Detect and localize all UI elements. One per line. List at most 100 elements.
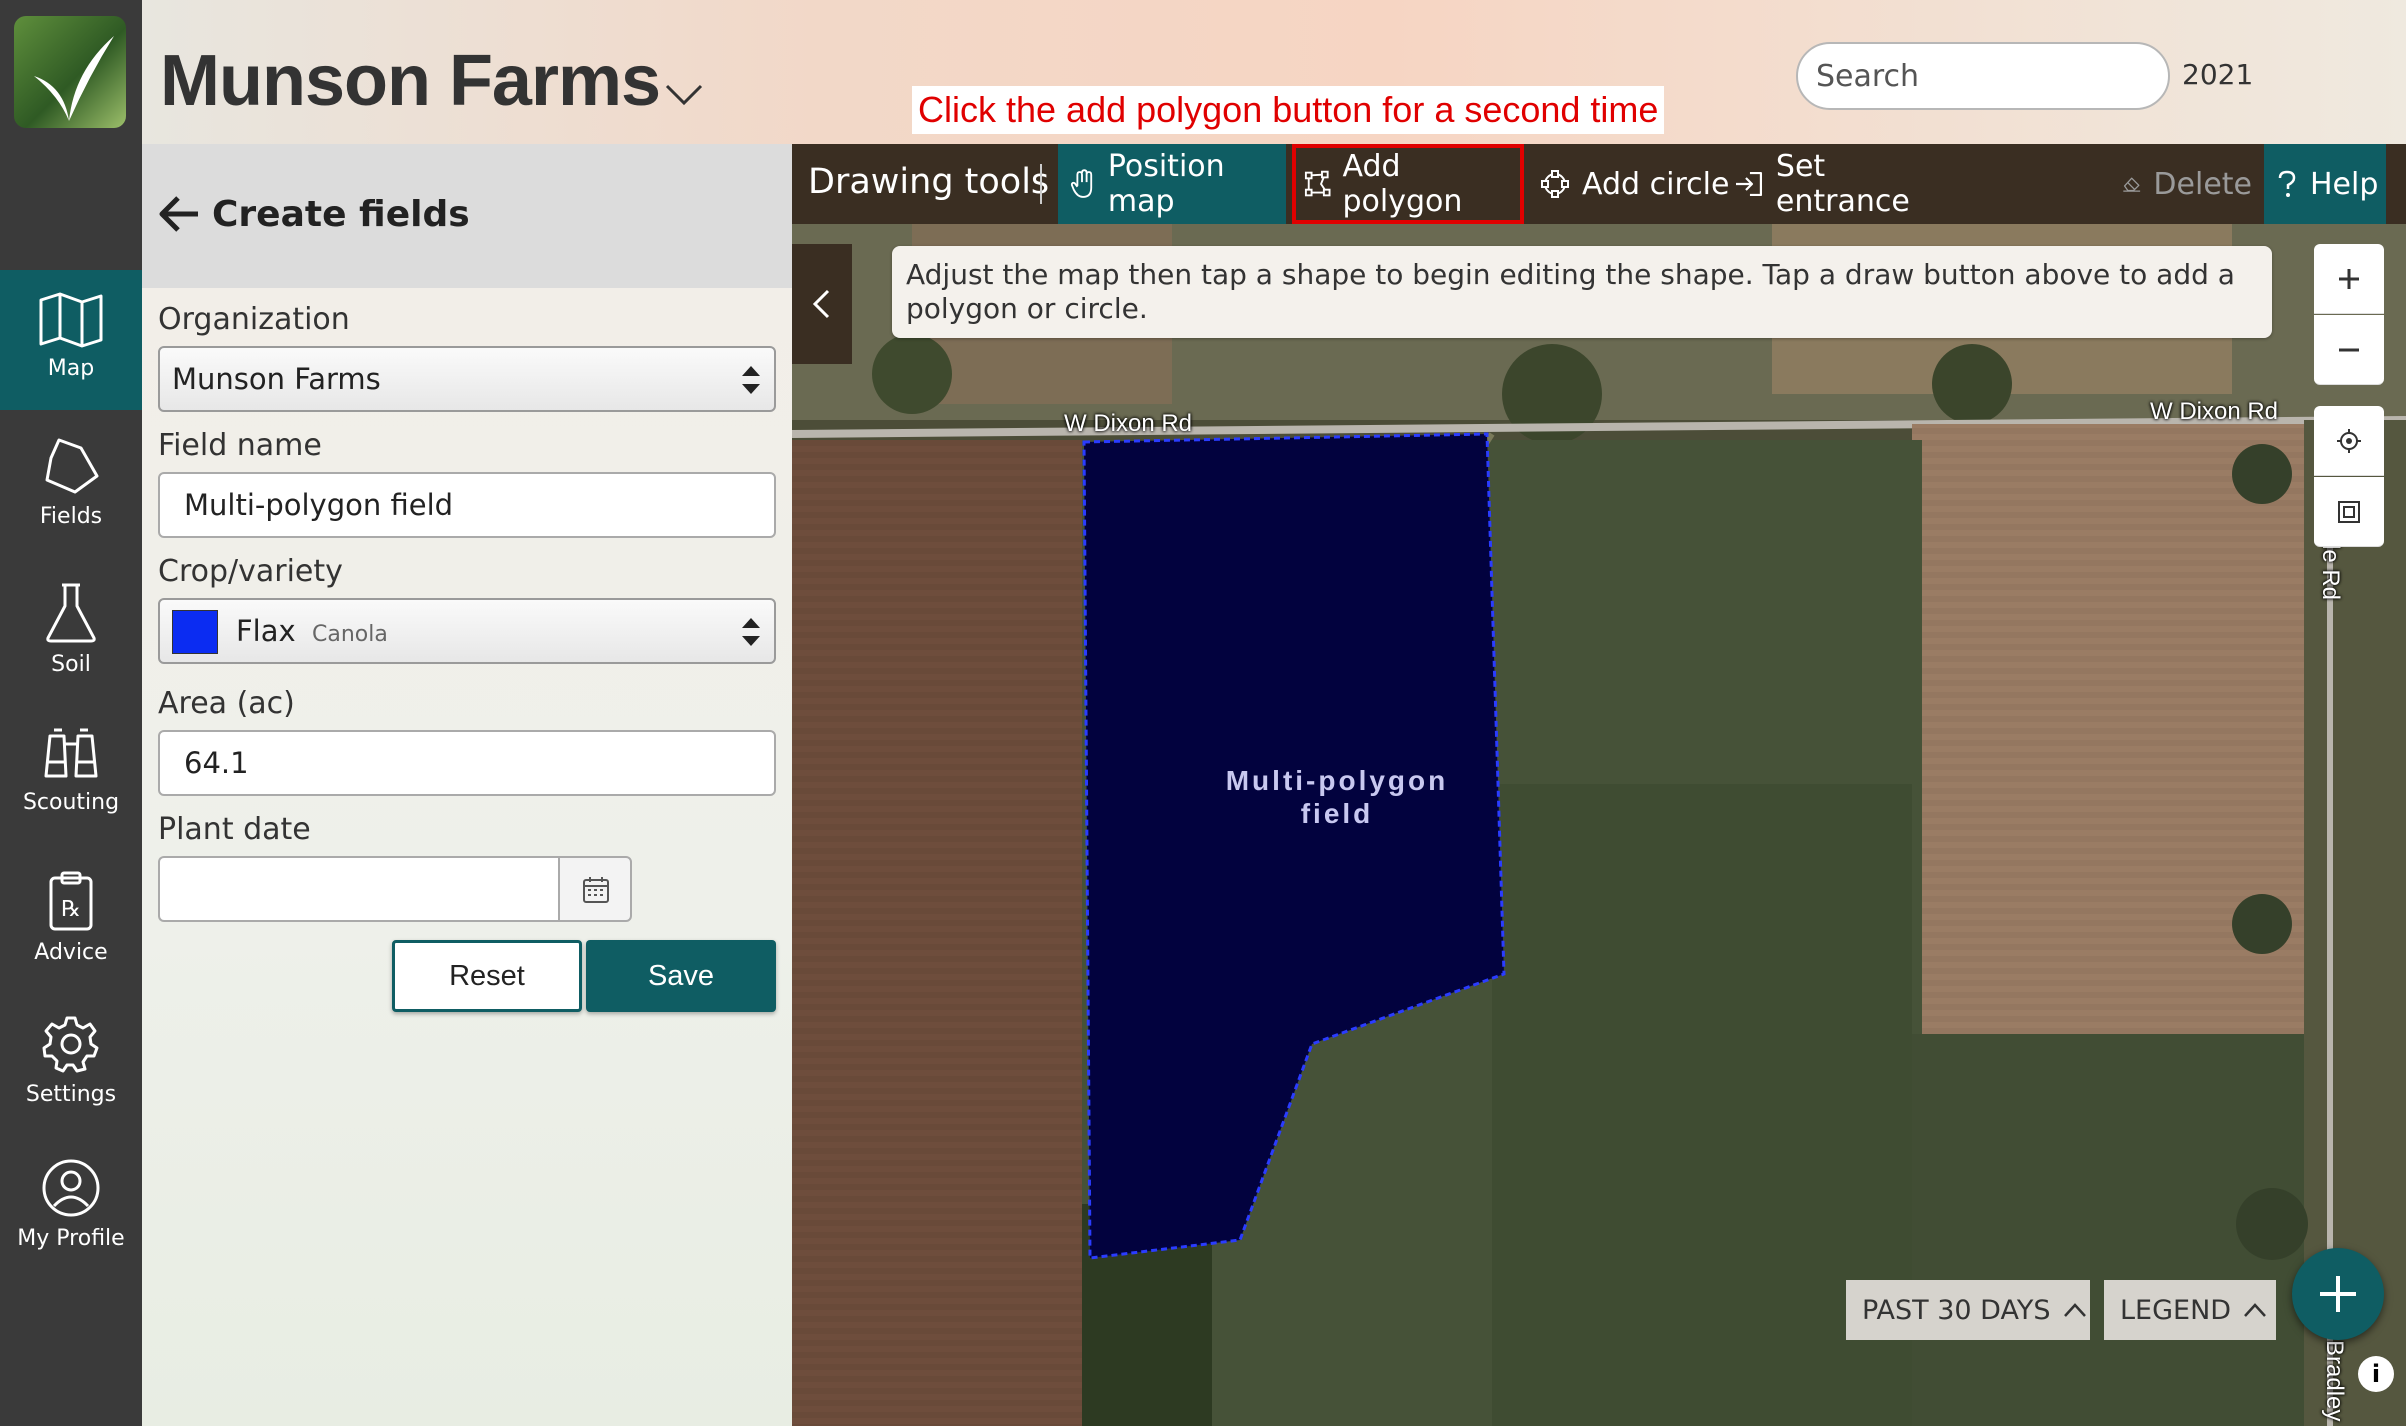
updown-arrows-icon [742,366,760,394]
info-icon[interactable]: i [2358,1356,2394,1392]
help-label: Help [2310,166,2379,202]
rail-item-scouting[interactable]: Scouting [0,704,142,844]
save-button[interactable]: Save [586,940,776,1012]
set-entrance-label: Set entrance [1775,149,1910,219]
toolbar-title: Drawing tools [808,162,1050,202]
zoom-out-button[interactable] [2314,315,2384,385]
app-logo[interactable] [14,16,126,128]
legend-label: LEGEND [2120,1294,2232,1326]
rail-item-settings[interactable]: Settings [0,992,142,1132]
field-polygon-label: Multi-polygon field [1225,765,1449,829]
reset-button[interactable]: Reset [392,940,582,1012]
leaf-logo-icon [34,36,114,121]
delete-button[interactable]: Delete [2122,144,2252,224]
fit-extent-button[interactable] [2314,477,2384,547]
help-button[interactable]: Help [2264,144,2386,224]
minus-icon [2339,348,2359,352]
organization-value: Munson Farms [172,362,381,396]
binoculars-icon [44,728,98,778]
area-input[interactable] [158,730,776,796]
road-label-bradley: Bradley [2321,1340,2348,1422]
locate-button[interactable] [2314,406,2384,476]
crop-color-swatch [172,610,218,654]
flask-icon [46,583,96,643]
chevron-down-icon[interactable] [664,82,704,108]
instruction-banner: Click the add polygon button for a secon… [912,86,1665,134]
updown-arrows-icon [742,618,760,646]
satellite-map[interactable]: W Dixon Rd W Dixon Rd le Rd Bradley Mult… [792,224,2406,1426]
field-name-label: Field name [158,428,322,463]
add-polygon-button[interactable]: Add polygon [1292,144,1524,224]
entrance-icon [1735,171,1763,197]
map-hint-message: Adjust the map then tap a shape to begin… [892,246,2272,338]
organization-label: Organization [158,302,350,337]
search-input[interactable] [1796,42,2170,110]
back-arrow-icon[interactable] [158,194,202,234]
add-circle-button[interactable]: Add circle [1534,144,1734,224]
rail-item-soil[interactable]: Soil [0,560,142,700]
road-label-vertical: le Rd [2317,544,2344,601]
rail-label-settings: Settings [25,1082,117,1107]
calendar-icon [583,877,609,903]
help-icon [2278,170,2296,197]
position-map-label: Position map [1107,149,1225,219]
chevron-up-icon [2063,1303,2086,1317]
panel-header: Create fields [142,144,792,288]
legend-button[interactable]: LEGEND [2104,1280,2276,1340]
delete-label: Delete [2153,166,2252,202]
locate-icon [2337,429,2361,453]
farm-title[interactable]: Munson Farms [160,40,661,122]
rail-label-advice: Advice [34,940,108,965]
zoom-in-button[interactable] [2314,244,2384,314]
crop-variety-label: Crop/variety [158,554,343,589]
calendar-button[interactable] [558,856,632,922]
collapse-panel-button[interactable] [792,244,852,364]
add-circle-label: Add circle [1582,166,1730,202]
plus-icon [2339,269,2359,289]
rail-label-my-profile: My Profile [17,1226,125,1251]
field-name-input[interactable] [158,472,776,538]
fields-icon [45,438,99,494]
rail-label-map: Map [47,356,95,381]
organization-select[interactable]: Munson Farms [158,346,776,412]
crop-variety-select[interactable]: Flax Canola [158,598,776,664]
season-year[interactable]: 2021 [2182,58,2253,91]
toolbar-divider [1040,164,1042,204]
rail-item-map[interactable]: Map [0,270,142,410]
crop-variety: Canola [312,622,388,647]
rail-label-fields: Fields [39,504,103,529]
rail-item-my-profile[interactable]: My Profile [0,1136,142,1276]
chevron-left-icon [812,289,830,319]
profile-icon [42,1159,100,1217]
rail-label-soil: Soil [51,652,91,677]
rail-item-advice[interactable]: ℞ Advice [0,848,142,988]
position-map-button[interactable]: Position map [1058,144,1286,224]
rail-label-scouting: Scouting [22,790,120,815]
plus-icon [2320,1276,2356,1312]
road-label-dixon-left: W Dixon Rd [1064,410,1193,437]
nav-rail: Map Fields Soil Scouting ℞ Advice Settin… [0,0,142,1426]
map-icon [39,292,103,348]
add-fab-button[interactable] [2292,1248,2384,1340]
area-label: Area (ac) [158,686,295,721]
svg-text:℞: ℞ [61,897,81,922]
past-30-days-label: PAST 30 DAYS [1862,1294,2051,1326]
polygon-icon [1304,170,1331,197]
panel-title: Create fields [212,194,470,235]
circle-tool-icon [1541,170,1569,198]
prescription-icon: ℞ [49,871,93,931]
drawing-toolbar: Drawing tools Position map Add polygon A… [792,144,2406,224]
chevron-up-icon [2244,1303,2267,1317]
fit-extent-icon [2338,501,2360,523]
past-30-days-button[interactable]: PAST 30 DAYS [1846,1280,2090,1340]
plant-date-input[interactable] [158,856,558,922]
set-entrance-button[interactable]: Set entrance [1728,144,1968,224]
road-label-dixon-right: W Dixon Rd [2150,398,2279,425]
add-polygon-label: Add polygon [1342,149,1463,219]
plant-date-label: Plant date [158,812,311,847]
crop-name: Flax [236,614,296,648]
create-fields-panel: Create fields Organization Munson Farms … [142,144,792,1426]
eraser-icon [2123,177,2141,192]
top-header: Munson Farms Click the add polygon butto… [142,0,2406,144]
rail-item-fields[interactable]: Fields [0,414,142,554]
